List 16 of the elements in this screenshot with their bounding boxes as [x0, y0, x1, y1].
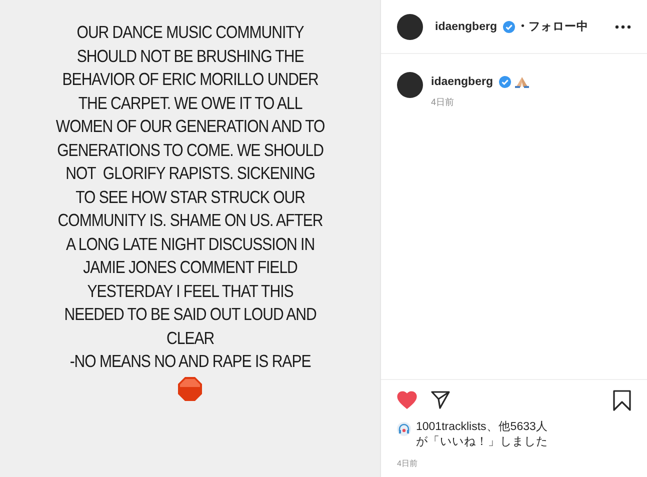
avatar[interactable] — [397, 72, 423, 98]
follow-status[interactable]: フォロー中 — [528, 19, 588, 34]
share-icon[interactable] — [431, 391, 450, 409]
avatar[interactable] — [397, 14, 423, 40]
stop-sign-icon — [177, 376, 203, 402]
headphones-avatar-icon[interactable] — [397, 422, 411, 436]
more-options-icon[interactable] — [615, 24, 631, 28]
likes-summary[interactable]: 1001tracklists、他5633人 が「いいね！」しました — [416, 420, 548, 450]
username[interactable]: idaengberg — [431, 76, 493, 88]
heart-icon[interactable] — [397, 391, 417, 409]
separator-dot: • — [520, 21, 524, 32]
post-time: 4日前 — [397, 458, 418, 469]
comment-time: 4日前 — [431, 96, 456, 109]
bookmark-icon[interactable] — [613, 390, 631, 410]
username[interactable]: idaengberg — [435, 20, 497, 32]
post-text: OUR DANCE MUSIC COMMUNITY SHOULD NOT BE BRUSHING THE BEHAVIOR OF ERIC MORILLO UNDER THE CARPET. WE OWE IT TO ALL WOMEN OF OUR GENERATION AND TO GENERATIONS TO COME. WE SHOULD NOT GLORIFY RAPISTS. SICKENING TO SEE HOW STAR STRUCK OUR COMMUNITY IS. SHAME ON US. AFTER A LONG LATE NIGHT DISCUSSION IN JAMIE JONES COMMENT FIELD YESTERDAY I FEEL THAT THIS NEEDED TO BE SAID OUT LOUD AND CLEAR -NO MEANS NO AND RAPE IS RAPE — [56, 21, 324, 373]
